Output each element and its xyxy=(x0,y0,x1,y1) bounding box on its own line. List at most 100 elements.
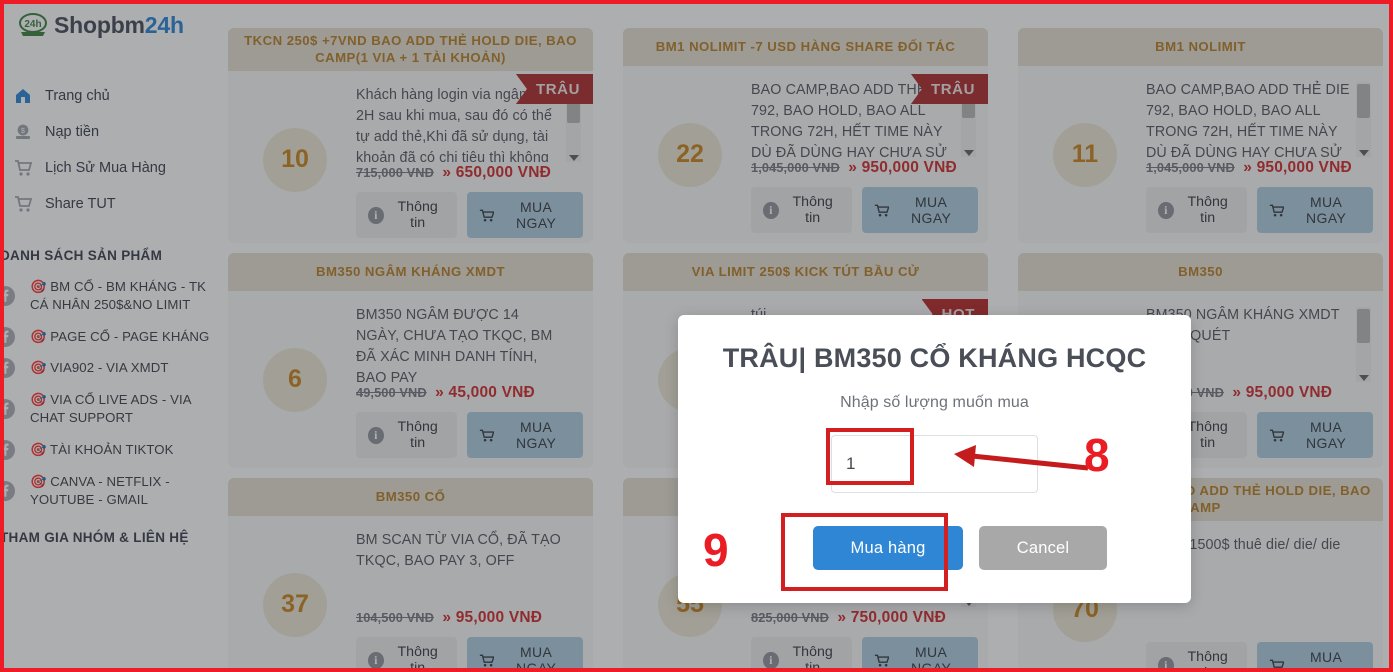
price-new: » 650,000 VNĐ xyxy=(442,164,551,181)
card-actions: i Thông tin MUA NGAY xyxy=(1146,187,1373,233)
buy-now-button[interactable]: MUA NGAY xyxy=(1256,642,1373,672)
product-main: Khách hàng login via ngâm 1-2H sau khi m… xyxy=(356,81,583,238)
product-card-header: BM1 NOLIMIT xyxy=(1018,28,1383,66)
info-button[interactable]: i Thông tin xyxy=(356,637,457,672)
sidebar-product-item[interactable]: 🎯 VIA902 - VIA XMDT xyxy=(0,352,218,384)
info-circle-icon: i xyxy=(1158,201,1174,219)
info-button[interactable]: i Thông tin xyxy=(751,637,852,672)
product-qty-wrap: 22 xyxy=(629,76,751,233)
product-card[interactable]: BM350 CỔ 37 BM SCAN TỪ VIA CỔ, ĐÃ TẠO TK… xyxy=(228,478,593,672)
app-root: 24h Shopbm24h Trang chủ $ Nạp tiền Lịch … xyxy=(0,0,1393,672)
price-row: 825,000 VNĐ » 750,000 VNĐ xyxy=(751,609,978,627)
product-description: BAO CAMP,BAO ADD THẺ DIE 792, BAO HOLD, … xyxy=(1146,82,1350,157)
sidebar-product-label: 🎯 TÀI KHOẢN TIKTOK xyxy=(30,441,174,457)
sidebar-product-label: 🎯 CANVA - NETFLIX - YOUTUBE - GMAIL xyxy=(30,473,170,507)
buy-now-button[interactable]: MUA NGAY xyxy=(1256,187,1373,233)
info-button-label: Thông tin xyxy=(397,199,438,231)
price-old: 1,045,000 VNĐ xyxy=(1146,160,1235,175)
buy-now-button[interactable]: MUA NGAY xyxy=(1256,412,1373,458)
product-card[interactable]: BM1 NOLIMIT 11 BAO CAMP,BAO ADD THẺ DIE … xyxy=(1018,28,1383,243)
sidebar-section-title: DANH SÁCH SẢN PHẨM xyxy=(0,248,163,263)
price-row: 104,500 VNĐ » 95,000 VNĐ xyxy=(356,609,583,627)
sidebar-item-label: Share TUT xyxy=(45,196,116,212)
confirm-purchase-button[interactable]: Mua hàng xyxy=(813,526,963,570)
svg-text:24h: 24h xyxy=(24,19,41,30)
product-card-header: TKCN 250$ +7VND BAO ADD THẺ HOLD DIE, BA… xyxy=(228,28,593,71)
chevron-down-icon[interactable] xyxy=(964,150,974,156)
product-main: BAO CAMP,BAO ADD THẺ DIE 792, BAO HOLD, … xyxy=(1146,76,1373,233)
info-button-label: Thông tin xyxy=(1187,649,1228,672)
product-qty-wrap: 37 xyxy=(234,526,356,672)
chevron-down-icon[interactable] xyxy=(1359,150,1369,156)
info-circle-icon: i xyxy=(368,426,384,444)
price-new: » 95,000 VNĐ xyxy=(442,609,543,626)
product-card-header: BM350 CỔ xyxy=(228,478,593,516)
sidebar-item-nap-tien[interactable]: $ Nạp tiền xyxy=(0,114,218,150)
price-old: 104,500 VNĐ xyxy=(356,610,434,625)
info-circle-icon: i xyxy=(1158,656,1174,672)
product-card-header: BM1 NOLIMIT -7 USD HÀNG SHARE ĐỐI TÁC xyxy=(623,28,988,66)
info-circle-icon: i xyxy=(763,651,779,669)
sidebar-section-title-2: THAM GIA NHÓM & LIÊN HỆ xyxy=(0,530,189,546)
product-description-box[interactable]: BM350 NGÂM ĐƯỢC 14 NGÀY, CHƯA TẠO TKQC, … xyxy=(356,305,583,382)
product-quantity: 22 xyxy=(658,122,722,187)
24h-badge-icon: 24h xyxy=(19,13,47,36)
price-old: 715,000 VNĐ xyxy=(356,165,434,180)
price-new: » 95,000 VNĐ xyxy=(1232,384,1333,401)
description-scrollbar[interactable] xyxy=(1356,82,1371,157)
buy-now-button[interactable]: MUA NGAY xyxy=(466,637,583,672)
sidebar-product-item[interactable]: 🎯 TÀI KHOẢN TIKTOK xyxy=(0,434,218,466)
cancel-button[interactable]: Cancel xyxy=(979,526,1107,570)
buy-now-button[interactable]: MUA NGAY xyxy=(466,412,583,458)
brand-name-b: 24h xyxy=(144,11,184,38)
buy-now-button[interactable]: MUA NGAY xyxy=(466,192,583,238)
info-button[interactable]: i Thông tin xyxy=(1146,187,1247,233)
scrollbar-thumb[interactable] xyxy=(1357,309,1370,343)
info-button[interactable]: i Thông tin xyxy=(356,192,457,238)
sidebar-product-item[interactable]: 🎯 PAGE CỔ - PAGE KHÁNG xyxy=(0,321,218,353)
chevron-down-icon[interactable] xyxy=(569,155,579,161)
product-description-box[interactable]: BM SCAN TỪ VIA CỔ, ĐÃ TẠO TKQC, BAO PAY … xyxy=(356,530,583,607)
info-button-label: Thông tin xyxy=(1187,194,1228,226)
product-description-box[interactable]: BAO CAMP,BAO ADD THẺ DIE 792, BAO HOLD, … xyxy=(1146,80,1373,157)
product-badge: TRÂU xyxy=(515,74,593,104)
product-main: BM350 NGÂM ĐƯỢC 14 NGÀY, CHƯA TẠO TKQC, … xyxy=(356,301,583,458)
product-title: BM350 CỔ xyxy=(375,488,446,504)
product-description: BM350 NGÂM ĐƯỢC 14 NGÀY, CHƯA TẠO TKQC, … xyxy=(356,307,553,382)
info-button-label: Thông tin xyxy=(792,194,833,226)
facebook-icon xyxy=(0,285,15,306)
brand-logo-area[interactable]: 24h Shopbm24h xyxy=(0,0,218,42)
product-badge-label: TRÂU xyxy=(535,80,580,98)
svg-text:$: $ xyxy=(21,128,25,135)
product-card[interactable]: TKCN 250$ +7VND BAO ADD THẺ HOLD DIE, BA… xyxy=(228,28,593,243)
product-card[interactable]: BM350 NGÂM KHÁNG XMDT 6 BM350 NGÂM ĐƯỢC … xyxy=(228,253,593,468)
price-row: 1,045,000 VNĐ » 950,000 VNĐ xyxy=(1146,159,1373,177)
modal-title: TRÂU| BM350 CỔ KHÁNG HCQC xyxy=(722,343,1147,373)
info-button-label: Thông tin xyxy=(397,644,438,672)
product-card-body: 11 BAO CAMP,BAO ADD THẺ DIE 792, BAO HOL… xyxy=(1018,66,1383,243)
sidebar-item-share-tut[interactable]: Share TUT xyxy=(0,186,218,222)
chevron-down-icon[interactable] xyxy=(1359,375,1369,381)
sidebar-product-item[interactable]: 🎯 VIA CỔ LIVE ADS - VIA CHAT SUPPORT xyxy=(0,384,218,434)
scrollbar-thumb[interactable] xyxy=(1357,84,1370,118)
modal-subtitle: Nhập số lượng muốn mua xyxy=(840,394,1029,411)
buy-now-button[interactable]: MUA NGAY xyxy=(861,637,978,672)
card-actions: i Thông tin MUA NGAY xyxy=(751,187,978,233)
sidebar-product-label: 🎯 PAGE CỔ - PAGE KHÁNG xyxy=(30,328,210,344)
info-button[interactable]: i Thông tin xyxy=(1146,642,1247,672)
sidebar-product-item[interactable]: 🎯 BM CỔ - BM KHÁNG - TK CÁ NHÂN 250$&NO … xyxy=(0,271,218,321)
sidebar-item-trang-chu[interactable]: Trang chủ xyxy=(0,78,218,114)
facebook-icon xyxy=(0,439,15,460)
product-card-header: VIA LIMIT 250$ KICK TÚT BẦU CỬ xyxy=(623,253,988,291)
brand-name-a: Shopbm xyxy=(54,11,145,38)
product-card[interactable]: BM1 NOLIMIT -7 USD HÀNG SHARE ĐỐI TÁC TR… xyxy=(623,28,988,243)
info-button[interactable]: i Thông tin xyxy=(356,412,457,458)
description-scrollbar[interactable] xyxy=(1356,307,1371,382)
sidebar-item-lich-su-mua-hang[interactable]: Lịch Sử Mua Hàng xyxy=(0,150,218,186)
info-circle-icon: i xyxy=(368,206,384,224)
info-button[interactable]: i Thông tin xyxy=(751,187,852,233)
buy-now-button[interactable]: MUA NGAY xyxy=(861,187,978,233)
sidebar-product-item[interactable]: 🎯 CANVA - NETFLIX - YOUTUBE - GMAIL xyxy=(0,466,218,516)
price-old: 1,045,000 VNĐ xyxy=(751,160,840,175)
quantity-input[interactable] xyxy=(831,435,1038,493)
